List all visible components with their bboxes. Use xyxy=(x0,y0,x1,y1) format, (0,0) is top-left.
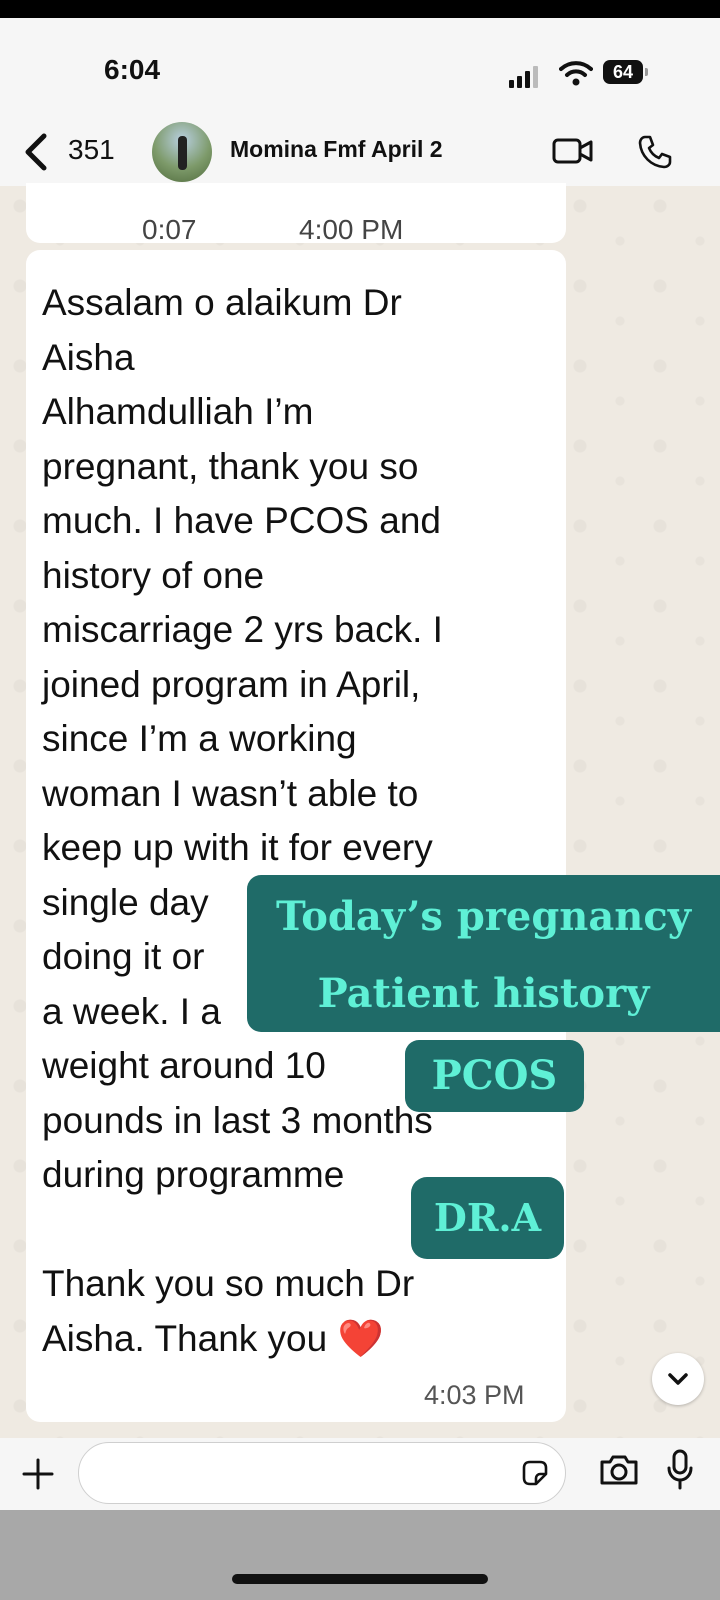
overlay-caption-line2: Patient history xyxy=(317,970,650,1017)
back-unread-count[interactable]: 351 xyxy=(68,134,115,166)
avatar[interactable] xyxy=(152,122,212,182)
overlay-caption: Today’s pregnancy Patient history xyxy=(247,875,720,1032)
video-call-icon[interactable] xyxy=(552,136,594,166)
voice-note-time: 4:00 PM xyxy=(299,214,404,245)
plus-icon[interactable] xyxy=(20,1456,56,1492)
home-area xyxy=(0,1510,720,1600)
status-bar: 6:04 64 xyxy=(0,18,720,118)
chevron-left-icon[interactable] xyxy=(20,132,54,172)
chat-screen: 6:04 64 351 Momina Fmf April 2 0:07 4:00… xyxy=(0,18,720,1600)
wifi-icon xyxy=(559,61,593,86)
camera-icon[interactable] xyxy=(598,1452,640,1488)
overlay-signature: DR.A xyxy=(411,1177,564,1259)
message-input[interactable] xyxy=(78,1442,566,1504)
chat-header: 351 Momina Fmf April 2 xyxy=(0,118,720,187)
composer-bar xyxy=(0,1438,720,1510)
status-time: 6:04 xyxy=(104,54,161,85)
contact-name[interactable]: Momina Fmf April 2 xyxy=(230,136,443,163)
scroll-down-button[interactable] xyxy=(652,1353,704,1405)
overlay-pcos-label: PCOS xyxy=(405,1040,584,1112)
chevron-down-icon xyxy=(668,1373,688,1385)
voice-note-bubble[interactable] xyxy=(26,183,566,243)
battery-indicator: 64 xyxy=(603,60,648,84)
cellular-signal-icon xyxy=(509,66,539,88)
overlay-caption-line1: Today’s pregnancy xyxy=(276,893,691,940)
microphone-icon[interactable] xyxy=(665,1448,695,1492)
message-time: 4:03 PM xyxy=(424,1380,525,1410)
sticker-icon[interactable] xyxy=(520,1458,550,1488)
voice-note-duration: 0:07 xyxy=(142,214,197,245)
phone-call-icon[interactable] xyxy=(637,134,673,170)
home-indicator[interactable] xyxy=(232,1574,488,1584)
